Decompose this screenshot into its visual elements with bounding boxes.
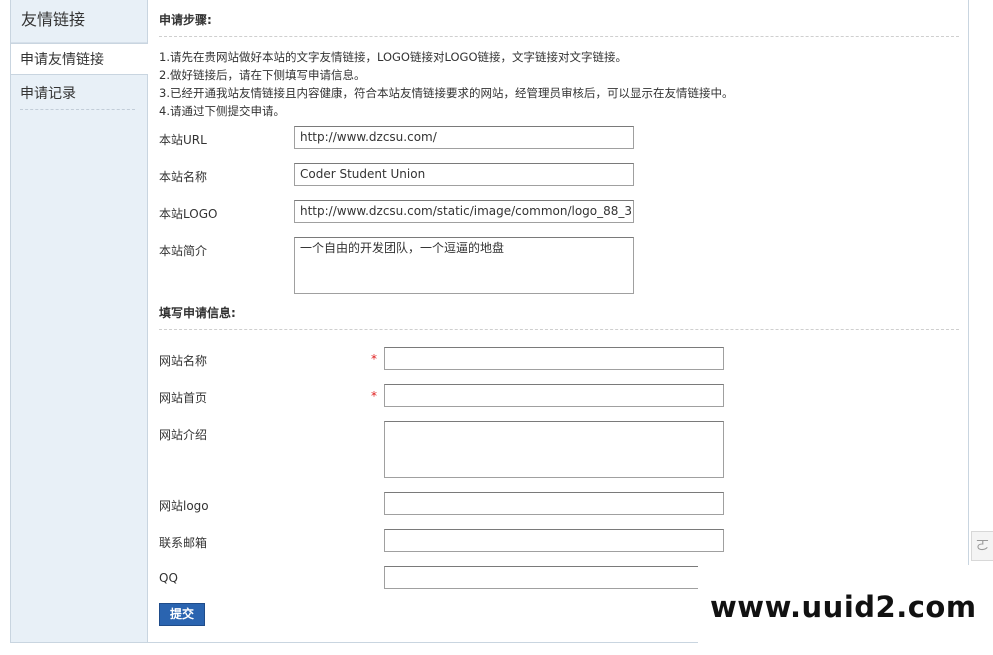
sidebar-item-apply-link[interactable]: 申请友情链接 xyxy=(11,43,148,75)
divider xyxy=(159,329,959,330)
site-name-field[interactable]: Coder Student Union xyxy=(294,163,634,186)
apply-qq-label: QQ xyxy=(159,571,178,585)
required-mark: * xyxy=(371,352,377,366)
step-line: 2.做好链接后，请在下侧填写申请信息。 xyxy=(159,68,366,82)
sidebar-item-label: 申请记录 xyxy=(20,86,76,102)
sidebar-item-label: 申请友情链接 xyxy=(20,52,104,68)
apply-title: 填写申请信息: xyxy=(159,306,236,320)
step-line: 3.已经开通我站友情链接且内容健康，符合本站友情链接要求的网站，经管理员审核后，… xyxy=(159,86,734,100)
step-line: 4.请通过下侧提交申请。 xyxy=(159,104,285,118)
steps-list: 1.请先在贵网站做好本站的文字友情链接，LOGO链接对LOGO链接，文字链接对文… xyxy=(159,48,733,120)
sidebar-item-apply-records[interactable]: 申请记录 xyxy=(11,78,147,110)
step-line: 1.请先在贵网站做好本站的文字友情链接，LOGO链接对LOGO链接，文字链接对文… xyxy=(159,50,627,64)
sidebar: 友情链接 申请友情链接 申请记录 xyxy=(11,0,148,642)
apply-name-label: 网站名称 xyxy=(159,354,208,368)
sidebar-divider xyxy=(20,109,135,110)
sidebar-title: 友情链接 xyxy=(11,0,147,43)
watermark-text: www.uuid2.com xyxy=(710,590,977,624)
site-name-label: 本站名称 xyxy=(159,170,208,184)
apply-intro-label: 网站介绍 xyxy=(159,428,208,442)
divider xyxy=(159,36,959,37)
required-mark: * xyxy=(371,389,377,403)
submit-button[interactable]: 提交 xyxy=(159,603,205,626)
apply-email-input[interactable] xyxy=(384,529,724,552)
apply-name-input[interactable] xyxy=(384,347,724,370)
site-url-label: 本站URL xyxy=(159,133,207,147)
site-logo-label: 本站LOGO xyxy=(159,207,218,221)
steps-title: 申请步骤: xyxy=(159,13,212,27)
apply-qq-input[interactable] xyxy=(384,566,724,589)
apply-home-label: 网站首页 xyxy=(159,391,208,405)
back-to-top-icon[interactable]: ㄛ xyxy=(971,531,993,561)
site-intro-field[interactable]: 一个自由的开发团队，一个逗逼的地盘 xyxy=(294,237,634,294)
site-logo-field[interactable]: http://www.dzcsu.com/static/image/common… xyxy=(294,200,634,223)
site-url-field[interactable]: http://www.dzcsu.com/ xyxy=(294,126,634,149)
apply-home-input[interactable] xyxy=(384,384,724,407)
apply-email-label: 联系邮箱 xyxy=(159,536,208,550)
apply-logo-input[interactable] xyxy=(384,492,724,515)
apply-logo-label: 网站logo xyxy=(159,499,209,513)
site-intro-label: 本站简介 xyxy=(159,244,208,258)
apply-intro-textarea[interactable] xyxy=(384,421,724,478)
